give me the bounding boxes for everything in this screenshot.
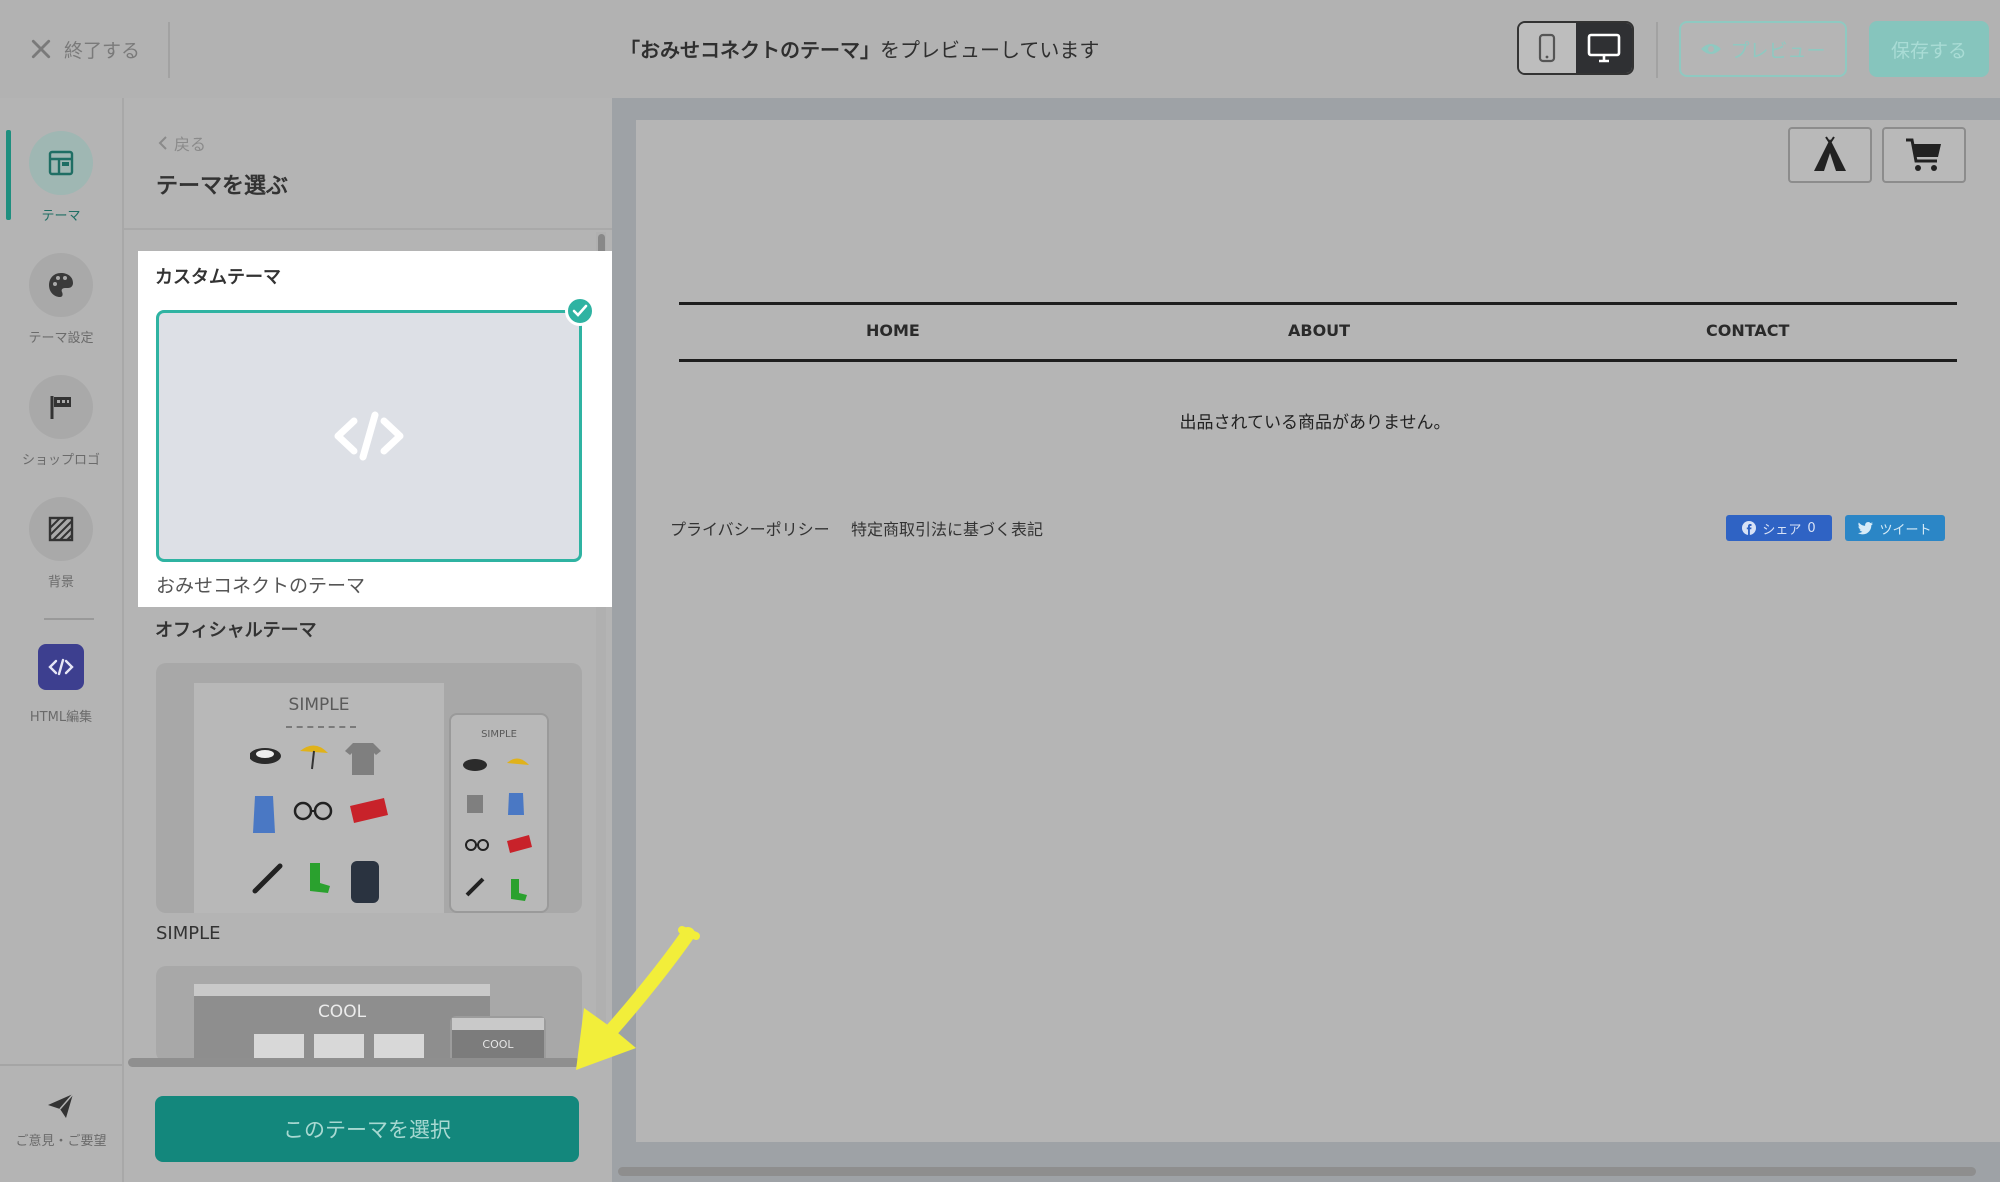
texture-icon — [48, 516, 74, 542]
thumb-title: SIMPLE — [288, 695, 350, 715]
feedback-label: ご意見・ご要望 — [15, 1134, 107, 1149]
rail-circle — [29, 497, 93, 561]
custom-theme-heading: カスタムテーマ — [155, 267, 281, 288]
preview-title-theme: 「おみせコネクトのテーマ」 — [620, 38, 880, 62]
back-link[interactable]: 戻る — [158, 131, 206, 155]
share-label: シェア — [1762, 522, 1802, 538]
rail-item-theme[interactable]: テーマ — [0, 131, 122, 224]
desktop-icon — [1587, 33, 1621, 63]
flag-icon — [50, 396, 71, 419]
empty-products-message: 出品されている商品がありません。 — [1179, 413, 1451, 433]
theme-name-simple: SIMPLE — [156, 923, 221, 944]
rail-item-shop-logo[interactable]: ショップロゴ — [0, 375, 122, 468]
chevron-left-icon — [158, 136, 167, 150]
thumb-title: SIMPLE — [481, 729, 517, 740]
rail-item-theme-settings[interactable]: テーマ設定 — [0, 253, 122, 346]
panel-title: テーマを選ぶ — [156, 174, 289, 199]
preview-horizontal-scrollbar[interactable] — [618, 1167, 1976, 1176]
check-icon — [572, 304, 588, 317]
commerce-law-link[interactable]: 特定商取引法に基づく表記 — [851, 516, 1043, 540]
rail-label: 背景 — [47, 575, 74, 590]
thumb-nav — [286, 726, 356, 730]
twitter-icon — [1858, 521, 1874, 534]
nav-contact-link[interactable]: CONTACT — [1706, 321, 1789, 340]
thumb-header — [452, 1018, 544, 1030]
share-count: 0 — [1807, 520, 1816, 536]
nav-border-bottom — [679, 359, 1957, 362]
product-grid-image — [250, 743, 388, 903]
divider — [1656, 22, 1658, 78]
product-grid-image — [463, 758, 532, 901]
select-theme-button[interactable]: このテーマを選択 — [155, 1096, 579, 1162]
divider — [124, 228, 612, 230]
rail-label: ショップロゴ — [21, 453, 100, 468]
rail-theme-circle — [29, 131, 93, 195]
simple-desktop-thumbnail: SIMPLE — [194, 683, 444, 913]
thumb-title: COOL — [317, 1002, 367, 1022]
layout-icon — [48, 150, 74, 176]
theme-card-cool[interactable]: COOL COOL — [156, 966, 582, 1062]
custom-theme-card[interactable] — [156, 310, 582, 562]
preview-title-suffix: をプレビューしています — [880, 38, 1100, 62]
rail-item-html-edit[interactable]: HTML編集 — [0, 644, 122, 725]
preview-title: 「おみせコネクトのテーマ」をプレビューしています — [620, 34, 1099, 63]
rail-label: HTML編集 — [29, 710, 93, 725]
divider — [168, 22, 170, 78]
simple-mobile-thumbnail: SIMPLE — [449, 713, 549, 913]
selected-check-icon — [565, 296, 595, 326]
preview-button-label: プレビュー — [1730, 39, 1826, 62]
thumb-title: COOL — [482, 1038, 514, 1051]
facebook-icon — [1742, 521, 1757, 535]
rail-divider — [44, 618, 94, 620]
close-label: 終了する — [64, 39, 141, 62]
privacy-policy-link[interactable]: プライバシーポリシー — [670, 516, 830, 540]
preview-frame — [636, 120, 2000, 1142]
rail-circle — [29, 375, 93, 439]
shop-home-button[interactable] — [1788, 127, 1872, 183]
cool-desktop-thumbnail: COOL — [194, 984, 490, 1062]
rail-circle — [29, 253, 93, 317]
cool-mobile-thumbnail: COOL — [450, 1016, 546, 1062]
rail-label: テーマ設定 — [28, 331, 94, 346]
code-icon — [48, 658, 74, 676]
palette-icon — [49, 273, 73, 297]
desktop-view-button[interactable] — [1575, 23, 1632, 73]
close-icon — [31, 39, 51, 59]
paper-plane-icon — [48, 1093, 74, 1118]
tent-icon — [1814, 136, 1846, 171]
horizontal-scrollbar[interactable] — [128, 1058, 580, 1067]
preview-button[interactable]: プレビュー — [1679, 21, 1847, 77]
code-icon — [334, 411, 404, 461]
cart-button[interactable] — [1882, 127, 1966, 183]
mobile-view-button[interactable] — [1519, 23, 1576, 73]
official-theme-heading: オフィシャルテーマ — [155, 620, 317, 641]
html-edit-tile — [38, 644, 84, 690]
eye-icon — [1701, 44, 1722, 54]
rail-item-background[interactable]: 背景 — [0, 497, 122, 590]
feedback-button[interactable]: ご意見・ご要望 — [0, 1092, 122, 1149]
device-toggle — [1517, 21, 1634, 75]
cart-icon — [1906, 138, 1941, 171]
rail-label: テーマ — [41, 209, 81, 224]
tweet-label: ツイート — [1879, 522, 1932, 538]
divider — [0, 1064, 122, 1066]
nav-home-link[interactable]: HOME — [866, 321, 920, 340]
facebook-share-button[interactable]: シェア 0 — [1726, 515, 1832, 541]
smartphone-icon — [1539, 33, 1556, 63]
nav-about-link[interactable]: ABOUT — [1288, 321, 1350, 340]
back-label: 戻る — [174, 135, 207, 154]
nav-border-top — [679, 302, 1957, 305]
save-button[interactable]: 保存する — [1869, 21, 1989, 77]
custom-theme-name: おみせコネクトのテーマ — [156, 575, 366, 597]
thumb-header — [194, 984, 490, 996]
annotation-arrow-icon — [576, 926, 700, 1070]
close-button[interactable]: 終了する — [30, 32, 140, 66]
tweet-button[interactable]: ツイート — [1845, 515, 1945, 541]
theme-card-simple[interactable]: SIMPLE SIMPLE — [156, 663, 582, 913]
